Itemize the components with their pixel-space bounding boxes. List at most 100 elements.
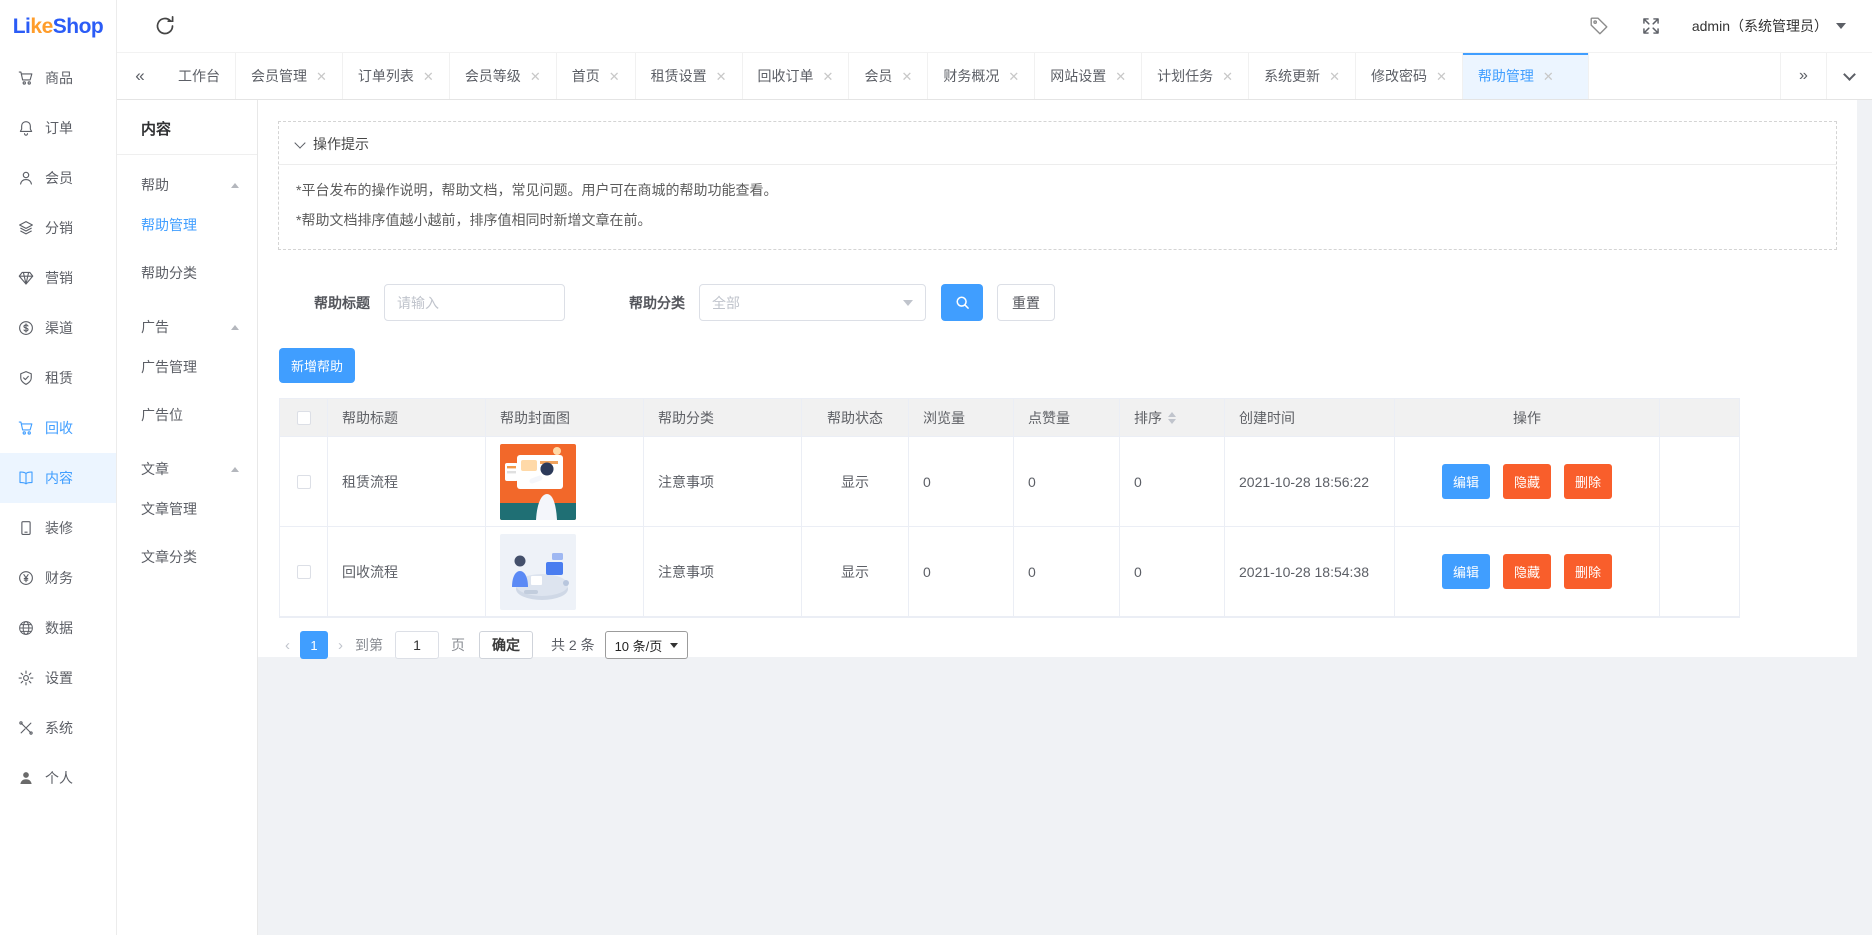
sidebar-item-members[interactable]: 会员 [0,153,116,203]
submenu-item-help-manage[interactable]: 帮助管理 [117,201,257,249]
tab-workbench[interactable]: 工作台 [163,53,236,99]
sidebar-item-leasing[interactable]: 租赁 [0,353,116,403]
per-page-select[interactable]: 10 条/页 [605,631,689,659]
add-help-button[interactable]: 新增帮助 [279,348,355,383]
tab-finance-overview[interactable]: 财务概况✕ [928,53,1035,99]
delete-button[interactable]: 删除 [1564,554,1612,589]
sidebar-item-marketing[interactable]: 营销 [0,253,116,303]
submenu-item-ad-manage[interactable]: 广告管理 [117,343,257,391]
close-icon[interactable]: ✕ [716,70,727,83]
hide-button[interactable]: 隐藏 [1503,554,1551,589]
tab-order-list[interactable]: 订单列表✕ [343,53,450,99]
reset-button[interactable]: 重置 [997,284,1055,321]
tips-header[interactable]: 操作提示 [279,122,1836,165]
refresh-icon[interactable] [153,14,177,38]
person-icon [17,169,35,187]
tab-site-settings[interactable]: 网站设置✕ [1035,53,1142,99]
edit-button[interactable]: 编辑 [1442,554,1490,589]
sidebar-item-content[interactable]: 内容 [0,453,116,503]
sidebar-item-profile[interactable]: 个人 [0,753,116,803]
page-number[interactable]: 1 [300,631,328,659]
submenu-group-article[interactable]: 文章 [117,439,257,485]
col-empty [1660,399,1739,437]
tab-member-level[interactable]: 会员等级✕ [450,53,557,99]
help-sort: 0 [1120,527,1225,617]
close-icon[interactable]: ✕ [609,70,620,83]
close-icon[interactable]: ✕ [530,70,541,83]
confirm-button[interactable]: 确定 [479,631,533,659]
sidebar-item-finance[interactable]: 财务 [0,553,116,603]
goto-page-input[interactable] [395,631,439,659]
tabs-menu-button[interactable] [1826,53,1872,99]
bell-icon [17,119,35,137]
book-icon [17,469,35,487]
close-icon[interactable]: ✕ [1008,70,1019,83]
tips-body: *平台发布的操作说明，帮助文档，常见问题。用户可在商城的帮助功能查看。 *帮助文… [279,165,1836,249]
tabs-collapse-left[interactable]: « [117,53,163,99]
close-icon[interactable]: ✕ [1329,70,1340,83]
tab-home[interactable]: 首页✕ [557,53,636,99]
close-icon[interactable]: ✕ [901,70,912,83]
close-icon[interactable]: ✕ [1436,70,1447,83]
admin-dropdown[interactable]: admin（系统管理员） [1692,16,1846,36]
triangle-up-icon [231,467,239,472]
submenu-group-help[interactable]: 帮助 [117,155,257,201]
submenu-item-help-category[interactable]: 帮助分类 [117,249,257,297]
edit-button[interactable]: 编辑 [1442,464,1490,499]
close-icon[interactable]: ✕ [1543,70,1554,83]
tag-icon[interactable] [1588,15,1610,37]
tab-recycle-orders[interactable]: 回收订单✕ [743,53,850,99]
top-header: admin（系统管理员） [117,0,1872,53]
total-count: 共 2 条 [551,635,595,655]
delete-button[interactable]: 删除 [1564,464,1612,499]
help-title-input[interactable] [384,284,565,321]
submenu-item-article-manage[interactable]: 文章管理 [117,485,257,533]
tab-change-password[interactable]: 修改密码✕ [1356,53,1463,99]
fullscreen-icon[interactable] [1640,15,1662,37]
sidebar-item-settings[interactable]: 设置 [0,653,116,703]
help-status: 显示 [802,527,909,617]
close-icon[interactable]: ✕ [316,70,327,83]
tabs-scroll-right[interactable]: » [1780,53,1826,99]
sidebar-item-system[interactable]: 系统 [0,703,116,753]
search-button[interactable] [941,284,983,321]
likeshop-logo: LikeShop [0,0,116,53]
tab-scheduled-tasks[interactable]: 计划任务✕ [1142,53,1249,99]
submenu-item-article-category[interactable]: 文章分类 [117,533,257,581]
goto-prefix: 到第 [355,635,383,655]
tab-lease-settings[interactable]: 租赁设置✕ [636,53,743,99]
layers-icon [17,219,35,237]
sidebar-item-distribution[interactable]: 分销 [0,203,116,253]
next-page-icon[interactable]: › [332,637,349,654]
close-icon[interactable]: ✕ [823,70,834,83]
logo-text: Li [13,15,31,39]
close-icon[interactable]: ✕ [423,70,434,83]
help-created: 2021-10-28 18:54:38 [1225,527,1395,617]
tab-member[interactable]: 会员✕ [849,53,928,99]
help-likes: 0 [1014,437,1120,527]
submenu-item-ad-slot[interactable]: 广告位 [117,391,257,439]
sidebar-item-channels[interactable]: 渠道 [0,303,116,353]
hide-button[interactable]: 隐藏 [1503,464,1551,499]
tab-system-update[interactable]: 系统更新✕ [1249,53,1356,99]
gear-icon [17,669,35,687]
tab-help-manage[interactable]: 帮助管理✕ [1463,53,1589,99]
sidebar-item-decoration[interactable]: 装修 [0,503,116,553]
col-sort: 排序 [1120,399,1225,437]
sort-icon[interactable] [1168,412,1176,424]
submenu-group-ad[interactable]: 广告 [117,297,257,343]
close-icon[interactable]: ✕ [1222,70,1233,83]
help-table: 帮助标题 帮助封面图 帮助分类 帮助状态 浏览量 点赞量 排序 创建时间 操作 … [279,398,1740,618]
close-icon[interactable]: ✕ [1115,70,1126,83]
select-all-checkbox[interactable] [297,411,311,425]
sidebar-item-goods[interactable]: 商品 [0,53,116,103]
prev-page-icon[interactable]: ‹ [279,637,296,654]
sidebar-item-recycle[interactable]: 回收 [0,403,116,453]
sidebar-item-orders[interactable]: 订单 [0,103,116,153]
row-checkbox[interactable] [297,565,311,579]
table-row: 回收流程 [280,527,1739,617]
sidebar-item-data[interactable]: 数据 [0,603,116,653]
tab-member-manage[interactable]: 会员管理✕ [236,53,343,99]
row-checkbox[interactable] [297,475,311,489]
help-category-select[interactable]: 全部 [699,284,926,321]
